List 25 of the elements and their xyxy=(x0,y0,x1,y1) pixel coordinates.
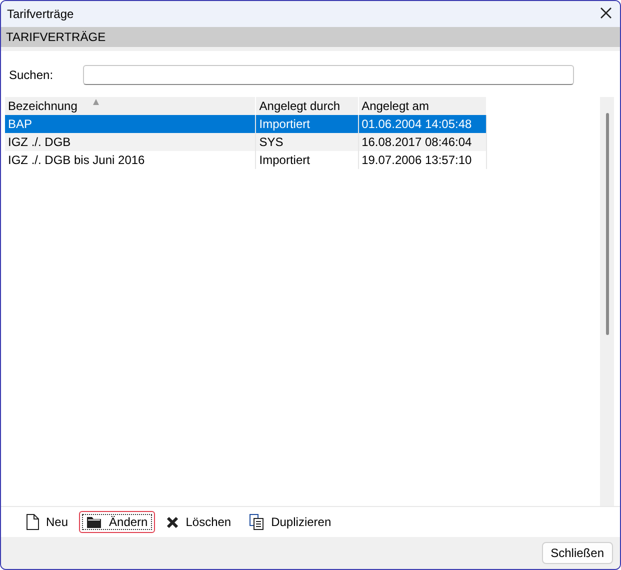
close-dialog-button[interactable]: Schließen xyxy=(542,542,613,564)
column-header[interactable]: Bezeichnung xyxy=(5,97,256,115)
table-cell: 16.08.2017 08:46:04 xyxy=(358,133,486,151)
table-cell: BAP xyxy=(5,115,256,133)
column-header[interactable]: Angelegt am xyxy=(358,97,486,115)
folder-icon xyxy=(86,516,102,528)
table-cell: Importiert xyxy=(256,151,358,169)
edit-button[interactable]: Ändern xyxy=(79,511,155,533)
table-cell: 19.07.2006 13:57:10 xyxy=(358,151,486,169)
search-label: Suchen: xyxy=(9,68,54,82)
table-cell: IGZ ./. DGB xyxy=(5,133,256,151)
table-cell: Importiert xyxy=(256,115,358,133)
delete-button[interactable]: Löschen xyxy=(158,511,238,533)
table-cell: SYS xyxy=(256,133,358,151)
table-cell: IGZ ./. DGB bis Juni 2016 xyxy=(5,151,256,169)
window-title: Tarifverträge xyxy=(7,7,74,21)
column-header[interactable]: Angelegt durch xyxy=(256,97,358,115)
document-icon xyxy=(26,514,39,530)
delete-icon xyxy=(166,516,179,528)
duplicate-button[interactable]: Duplizieren xyxy=(242,511,338,533)
search-field[interactable] xyxy=(83,65,574,85)
section-header: TARIFVERTRÄGE xyxy=(1,27,620,47)
new-button[interactable]: Neu xyxy=(19,511,76,533)
copy-icon xyxy=(249,514,264,530)
table-cell: 01.06.2004 14:05:48 xyxy=(358,115,486,133)
